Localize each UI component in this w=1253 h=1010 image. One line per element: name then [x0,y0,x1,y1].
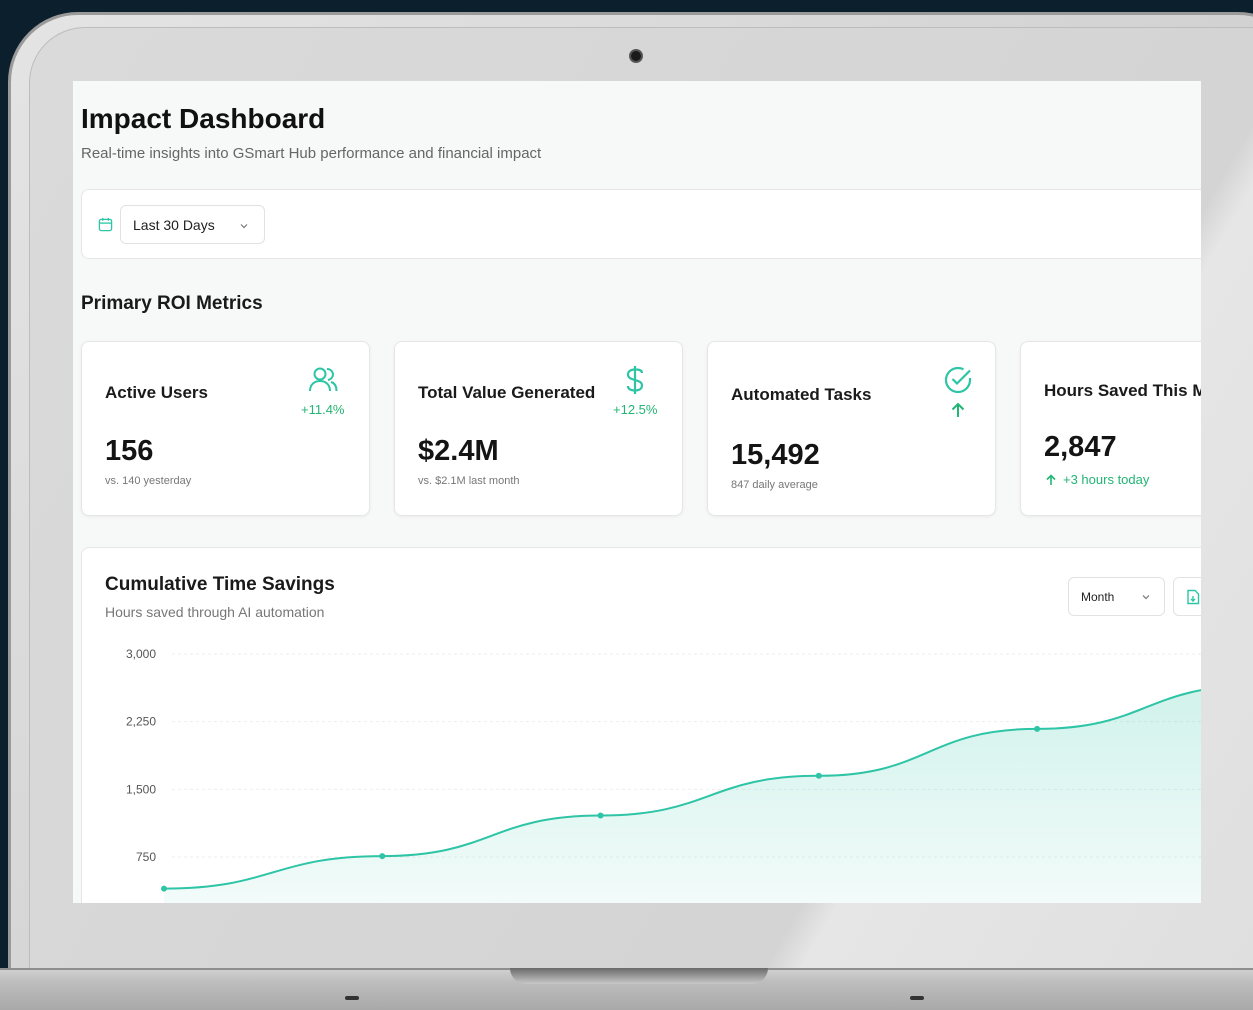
chart-card-time-savings: Cumulative Time Savings Hours saved thro… [81,547,1201,903]
calendar-icon [98,217,113,232]
metric-label: Automated Tasks [731,385,872,404]
date-range-value: Last 30 Days [133,217,215,233]
y-tick-label: 3,000 [126,647,156,661]
filter-bar: Last 30 Days [81,189,1201,259]
data-point[interactable] [815,772,822,779]
chevron-down-icon [1142,595,1150,600]
metric-card-automated-tasks[interactable]: Automated Tasks 15,492 847 daily average [707,341,996,516]
check-circle-icon [944,366,972,394]
y-tick-label: 1,500 [126,782,156,796]
metric-value: 2,847 [1044,431,1117,463]
camera-icon [629,49,643,63]
metric-label: Hours Saved This M [1044,381,1201,400]
laptop-foot [910,996,924,1000]
page-subtitle: Real-time insights into GSmart Hub perfo… [81,145,542,162]
data-point[interactable] [1034,725,1041,732]
metric-note: vs. 140 yesterday [105,475,192,487]
data-point[interactable] [161,885,167,892]
section-title: Primary ROI Metrics [81,293,263,314]
time-savings-chart: 3,000 2,250 1,500 750 [126,647,1201,903]
users-icon [309,367,338,392]
metric-change: +11.4% [301,402,345,417]
metric-card-active-users[interactable]: Active Users +11.4% 156 vs. 140 yesterda… [81,341,370,516]
arrow-up-icon [951,402,965,417]
dollar-icon [626,366,644,394]
metric-note: +3 hours today [1063,472,1150,487]
export-button[interactable] [1173,577,1201,616]
metric-value: 15,492 [731,439,820,471]
metric-change: +12.5% [613,402,658,417]
metric-note: 847 daily average [731,479,818,491]
metric-value: $2.4M [418,435,499,467]
metric-note: vs. $2.1M last month [418,475,520,487]
y-tick-label: 750 [136,850,156,864]
series-area [164,690,1201,903]
data-point[interactable] [379,853,386,860]
laptop-foot [345,996,359,1000]
page-title: Impact Dashboard [81,103,326,134]
period-value: Month [1081,590,1115,604]
period-select[interactable]: Month [1068,577,1165,616]
dashboard-screen: Impact Dashboard Real-time insights into… [73,81,1201,903]
chart-title: Cumulative Time Savings [105,574,335,595]
metric-card-total-value[interactable]: Total Value Generated +12.5% $2.4M vs. $… [394,341,683,516]
metric-label: Total Value Generated [418,383,596,402]
arrow-up-icon [1046,474,1056,485]
chevron-down-icon [240,224,248,229]
data-point[interactable] [597,812,604,819]
metric-card-hours-saved[interactable]: Hours Saved This M 2,847 +3 hours today [1020,341,1201,516]
file-export-icon [1187,589,1200,605]
metric-value: 156 [105,435,154,467]
y-tick-label: 2,250 [126,715,156,729]
chart-subtitle: Hours saved through AI automation [105,604,325,620]
date-range-select[interactable]: Last 30 Days [120,205,265,244]
laptop-notch [510,968,768,984]
metric-label: Active Users [105,383,209,402]
